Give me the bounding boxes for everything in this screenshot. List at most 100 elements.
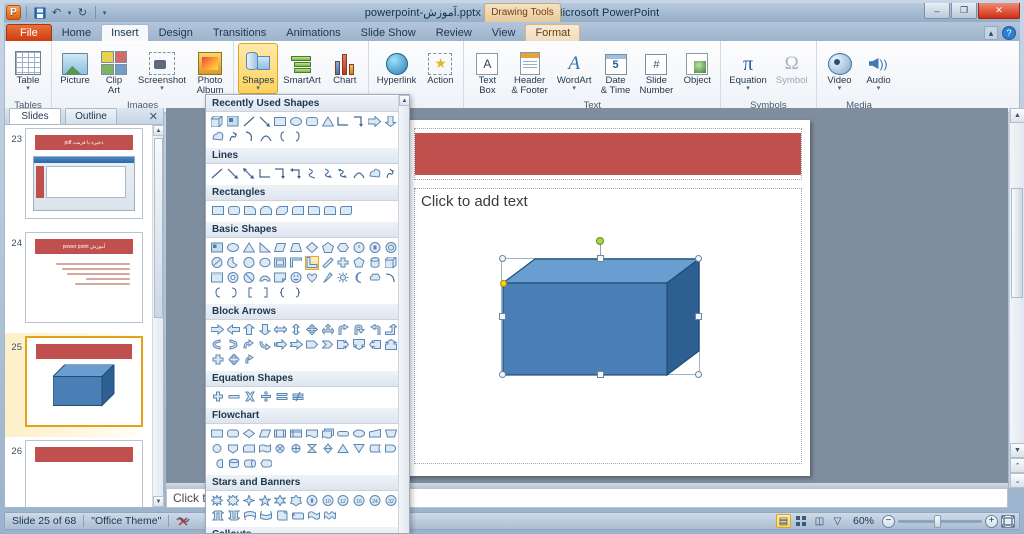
shape-equal[interactable]: [274, 390, 289, 404]
tab-home[interactable]: Home: [52, 24, 101, 41]
shape-elbow-double-arrow[interactable]: [289, 167, 304, 181]
shape-curved-arrow-connector[interactable]: [320, 167, 335, 181]
shape-cloud[interactable]: [368, 271, 383, 285]
help-icon[interactable]: ?: [1002, 26, 1016, 40]
shape-rectangle[interactable]: [210, 204, 225, 218]
shape-flowchart-alternate-process[interactable]: [226, 427, 241, 441]
clip-art-button[interactable]: Clip Art: [95, 43, 133, 98]
shapes-section-lines[interactable]: [206, 164, 398, 184]
shape-l-shape-small[interactable]: [289, 256, 304, 270]
video-button[interactable]: Video ▾: [821, 43, 859, 94]
restore-button[interactable]: ❐: [951, 3, 977, 19]
shape-star-8-point[interactable]: [305, 494, 320, 508]
shape-pentagon[interactable]: [320, 241, 335, 255]
shape-flowchart-or[interactable]: [289, 442, 304, 456]
shape-no-symbol[interactable]: [242, 271, 257, 285]
shape-double-wave[interactable]: [322, 509, 337, 523]
shape-oval[interactable]: [289, 115, 304, 129]
shape-wave[interactable]: [306, 509, 321, 523]
zoom-slider-knob[interactable]: [934, 514, 941, 528]
shape-bevel[interactable]: [210, 271, 225, 285]
shape-flowchart-preparation[interactable]: [352, 427, 367, 441]
shape-bent-up-arrow[interactable]: [383, 323, 398, 337]
resize-handle-middle-left[interactable]: [499, 313, 506, 320]
shape-curved-down-arrow[interactable]: [257, 338, 272, 352]
shape-right-triangle[interactable]: [257, 241, 272, 255]
shape-pie[interactable]: [226, 256, 241, 270]
shape-star-32-point[interactable]: 32: [383, 494, 398, 508]
shape-flowchart-delay[interactable]: [383, 442, 398, 456]
shape-flowchart-stored-data[interactable]: [368, 442, 383, 456]
shape-chevron[interactable]: [320, 338, 335, 352]
shape-right-square-bracket[interactable]: [258, 286, 273, 300]
undo-dropdown-icon[interactable]: ▾: [66, 9, 73, 17]
shape-flowchart-sequential-access-storage[interactable]: [210, 457, 225, 471]
shape-up-arrow-callout[interactable]: [383, 338, 398, 352]
tab-slides[interactable]: Slides: [9, 108, 61, 124]
shape-left-arrow-callout[interactable]: [368, 338, 383, 352]
shape-star-10-point[interactable]: 10: [320, 494, 335, 508]
zoom-slider[interactable]: [898, 514, 982, 528]
shape-left-right-up-arrow[interactable]: [320, 323, 335, 337]
table-dropdown-icon[interactable]: ▾: [26, 85, 30, 92]
shape-diagonal-stripe[interactable]: [320, 256, 335, 270]
shape-star-7-point[interactable]: [289, 494, 304, 508]
resize-handle-top-right[interactable]: [695, 255, 702, 262]
header-footer-button[interactable]: Header & Footer: [507, 43, 551, 98]
slide-sorter-view-button[interactable]: [794, 514, 809, 528]
zoom-level[interactable]: 60%: [848, 513, 879, 529]
next-slide-button[interactable]: ⌄: [1010, 473, 1024, 488]
shape-flowchart-data[interactable]: [257, 427, 272, 441]
slide-thumbnail-26[interactable]: [25, 440, 143, 507]
shape-line-double-arrow[interactable]: [242, 167, 257, 181]
close-button[interactable]: ✕: [978, 3, 1020, 19]
list-item[interactable]: 25: [5, 333, 152, 437]
shape-snip-single-corner-rectangle[interactable]: [242, 204, 257, 218]
shape-flowchart-terminator[interactable]: [336, 427, 351, 441]
shapes-section-flowchart[interactable]: [206, 424, 398, 474]
undo-icon[interactable]: ↶: [49, 5, 64, 20]
shape-star-16-point[interactable]: 16: [352, 494, 367, 508]
shape-folded-corner[interactable]: [273, 271, 288, 285]
shapes-menu-scrollbar[interactable]: ▲: [398, 95, 409, 533]
shape-explosion-1[interactable]: [210, 494, 225, 508]
shape-plus[interactable]: [210, 390, 225, 404]
shape-round-diagonal-corner-rectangle[interactable]: [338, 204, 353, 218]
shape-right-brace[interactable]: [290, 286, 305, 300]
shape-right-bracket[interactable]: [226, 286, 241, 300]
scroll-up-icon[interactable]: ▲: [153, 125, 164, 136]
minimize-ribbon-icon[interactable]: ▴: [984, 26, 998, 40]
tab-file[interactable]: File: [6, 24, 52, 41]
shape-u-turn-arrow[interactable]: [352, 323, 367, 337]
shape-flowchart-card[interactable]: [242, 442, 257, 456]
shape-left-brace[interactable]: [274, 130, 289, 144]
theme-name[interactable]: "Office Theme": [84, 513, 168, 529]
customize-qat-icon[interactable]: ▾: [101, 9, 108, 17]
shape-text-box[interactable]: [210, 241, 225, 255]
shape-octagon[interactable]: [368, 241, 383, 255]
shape-elbow-arrow[interactable]: [273, 167, 288, 181]
shape-flowchart-sort[interactable]: [320, 442, 335, 456]
shape-elbow-connector[interactable]: [257, 167, 272, 181]
shape-snip-same-side-corner-rectangle[interactable]: [258, 204, 273, 218]
shape-line-arrow[interactable]: [226, 167, 241, 181]
table-button[interactable]: Table ▾: [9, 43, 47, 94]
shape-l-shape[interactable]: [304, 255, 320, 270]
shape-cross[interactable]: [336, 256, 351, 270]
redo-icon[interactable]: ↻: [75, 5, 90, 20]
shapes-section-rectangles[interactable]: [206, 201, 398, 221]
zoom-out-button[interactable]: −: [882, 514, 895, 528]
shape-not-equal[interactable]: [290, 390, 305, 404]
shape-heptagon[interactable]: [352, 241, 367, 255]
shape-flowchart-decision[interactable]: [242, 427, 257, 441]
resize-handle-bottom-left[interactable]: [499, 371, 506, 378]
shape-quad-arrow-callout[interactable]: [226, 353, 241, 367]
shape-striped-right-arrow[interactable]: [273, 338, 288, 352]
tab-animations[interactable]: Animations: [276, 24, 350, 41]
shape-flowchart-connector[interactable]: [210, 442, 225, 456]
shape-up-ribbon[interactable]: [210, 509, 225, 523]
shape-flowchart-process[interactable]: [210, 427, 225, 441]
shape-trapezoid[interactable]: [289, 241, 304, 255]
shape-up-down-arrow[interactable]: [289, 323, 304, 337]
shape-down-arrow-callout[interactable]: [352, 338, 367, 352]
